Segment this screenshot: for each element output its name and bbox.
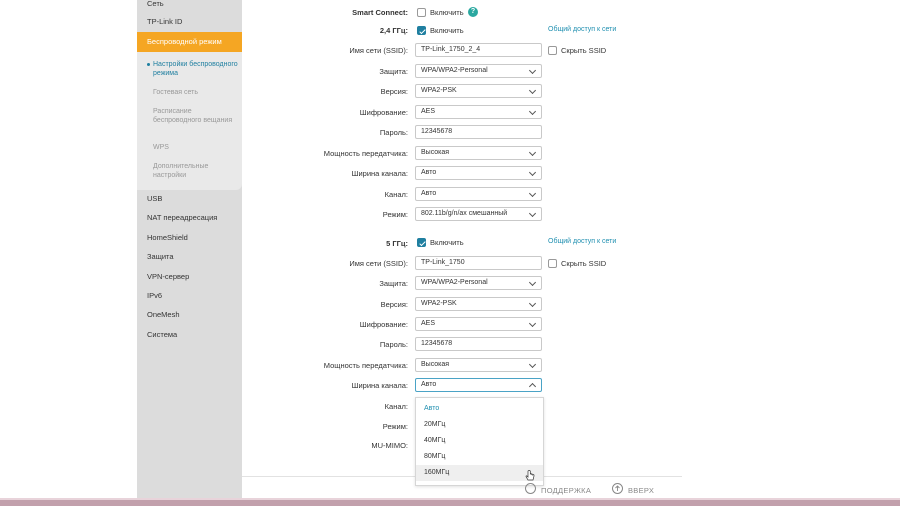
- band24-channel-label: Канал:: [384, 190, 408, 199]
- band5-power-label: Мощность передатчика:: [323, 361, 408, 370]
- band24-power-label: Мощность передатчика:: [323, 149, 408, 158]
- band24-mode-select[interactable]: 802.11b/g/n/ax смешанный: [415, 207, 542, 221]
- band24-version-label: Версия:: [380, 87, 408, 96]
- band5-ssid-label: Имя сети (SSID):: [349, 259, 408, 268]
- sidebar-item-security[interactable]: Защита: [137, 248, 242, 266]
- sidebar-subitem-advanced[interactable]: Дополнительные настройки: [153, 163, 239, 180]
- dropdown-option-80mhz[interactable]: 80МГц: [416, 449, 543, 465]
- band5-share-link[interactable]: Общий доступ к сети: [548, 238, 616, 245]
- band24-channel-select[interactable]: Авто: [415, 187, 542, 201]
- bottom-bar: [0, 500, 900, 506]
- band5-ssid-input[interactable]: TP-Link_1750: [415, 256, 542, 270]
- sidebar-item-wireless[interactable]: Беспроводной режим: [137, 32, 242, 52]
- band24-ssid-label: Имя сети (SSID):: [349, 46, 408, 55]
- band5-enable-label: Включить: [430, 238, 464, 247]
- dropdown-option-auto[interactable]: Авто: [416, 401, 543, 417]
- band5-hide-ssid-label: Скрыть SSID: [561, 259, 607, 268]
- sidebar-item-network[interactable]: Сеть: [137, 0, 242, 13]
- help-icon[interactable]: ?: [468, 7, 478, 17]
- sidebar-item-usb[interactable]: USB: [137, 190, 242, 208]
- band5-version-select[interactable]: WPA2-PSK: [415, 297, 542, 311]
- sidebar-item-ipv6[interactable]: IPv6: [137, 287, 242, 305]
- sidebar-subitem-schedule[interactable]: Расписание беспроводного вещания: [153, 108, 239, 125]
- band5-width-select[interactable]: Авто: [415, 378, 542, 392]
- sidebar-subitem-guest-network[interactable]: Гостевая сеть: [153, 89, 239, 98]
- sidebar-subitem-wireless-settings[interactable]: Настройки беспроводного режима: [153, 61, 239, 78]
- band24-enable-label: Включить: [430, 26, 464, 35]
- sidebar-item-homeshield[interactable]: HomeShield: [137, 229, 242, 247]
- sidebar-item-onemesh[interactable]: OneMesh: [137, 306, 242, 324]
- band5-security-select[interactable]: WPA/WPA2-Personal: [415, 276, 542, 290]
- dropdown-option-20mhz[interactable]: 20МГц: [416, 417, 543, 433]
- band5-hide-ssid-checkbox[interactable]: [548, 259, 557, 268]
- sidebar-item-vpn[interactable]: VPN-сервер: [137, 268, 242, 286]
- sidebar-submenu: Настройки беспроводного режима Гостевая …: [137, 52, 242, 190]
- smart-connect-checkbox[interactable]: [417, 8, 426, 17]
- band5-mode-label: Режим:: [382, 422, 408, 431]
- band24-power-select[interactable]: Высокая: [415, 146, 542, 160]
- band5-version-label: Версия:: [380, 300, 408, 309]
- active-dot-icon: [147, 63, 150, 66]
- band24-password-input[interactable]: 12345678: [415, 125, 542, 139]
- band5-channel-label: Канал:: [384, 402, 408, 411]
- band24-hide-ssid-label: Скрыть SSID: [561, 46, 607, 55]
- band5-encryption-select[interactable]: AES: [415, 317, 542, 331]
- smart-connect-label: Smart Connect:: [352, 8, 408, 17]
- back-to-top-link[interactable]: ВВЕРХ: [628, 486, 654, 495]
- sidebar-item-tplink-id[interactable]: TP-Link ID: [137, 13, 242, 31]
- smart-connect-enable-label: Включить: [430, 8, 464, 17]
- support-icon: [525, 483, 536, 494]
- band5-enable-checkbox[interactable]: [417, 238, 426, 247]
- band24-ssid-input[interactable]: TP-Link_1750_2_4: [415, 43, 542, 57]
- band5-security-label: Защита:: [379, 279, 408, 288]
- right-margin: [682, 0, 900, 500]
- band5-encryption-label: Шифрование:: [359, 320, 408, 329]
- band24-enable-checkbox[interactable]: [417, 26, 426, 35]
- band24-mode-label: Режим:: [382, 210, 408, 219]
- dropdown-option-160mhz[interactable]: 160МГц: [416, 465, 543, 481]
- hand-cursor-icon: [525, 470, 535, 481]
- band24-label: 2,4 ГГц:: [379, 26, 408, 35]
- support-link[interactable]: ПОДДЕРЖКА: [541, 486, 591, 495]
- band24-hide-ssid-checkbox[interactable]: [548, 46, 557, 55]
- band5-label: 5 ГГц:: [386, 239, 408, 248]
- band24-version-select[interactable]: WPA2-PSK: [415, 84, 542, 98]
- band5-password-label: Пароль:: [379, 340, 408, 349]
- sidebar-item-system[interactable]: Система: [137, 326, 242, 344]
- band5-width-label: Ширина канала:: [351, 381, 408, 390]
- band24-width-select[interactable]: Авто: [415, 166, 542, 180]
- sidebar: Сеть TP-Link ID Беспроводной режим Настр…: [137, 0, 242, 500]
- left-margin: [0, 0, 137, 500]
- band24-encryption-select[interactable]: AES: [415, 105, 542, 119]
- sidebar-subitem-wps[interactable]: WPS: [153, 144, 239, 153]
- band24-password-label: Пароль:: [379, 128, 408, 137]
- band5-password-input[interactable]: 12345678: [415, 337, 542, 351]
- dropdown-option-40mhz[interactable]: 40МГц: [416, 433, 543, 449]
- band5-mumimo-label: MU-MIMO:: [371, 441, 408, 450]
- band24-security-select[interactable]: WPA/WPA2-Personal: [415, 64, 542, 78]
- band24-security-label: Защита:: [379, 67, 408, 76]
- band24-width-label: Ширина канала:: [351, 169, 408, 178]
- band24-encryption-label: Шифрование:: [359, 108, 408, 117]
- sidebar-item-nat[interactable]: NAT переадресация: [137, 209, 242, 227]
- band5-power-select[interactable]: Высокая: [415, 358, 542, 372]
- band24-share-link[interactable]: Общий доступ к сети: [548, 26, 616, 33]
- arrow-up-icon: [612, 483, 623, 494]
